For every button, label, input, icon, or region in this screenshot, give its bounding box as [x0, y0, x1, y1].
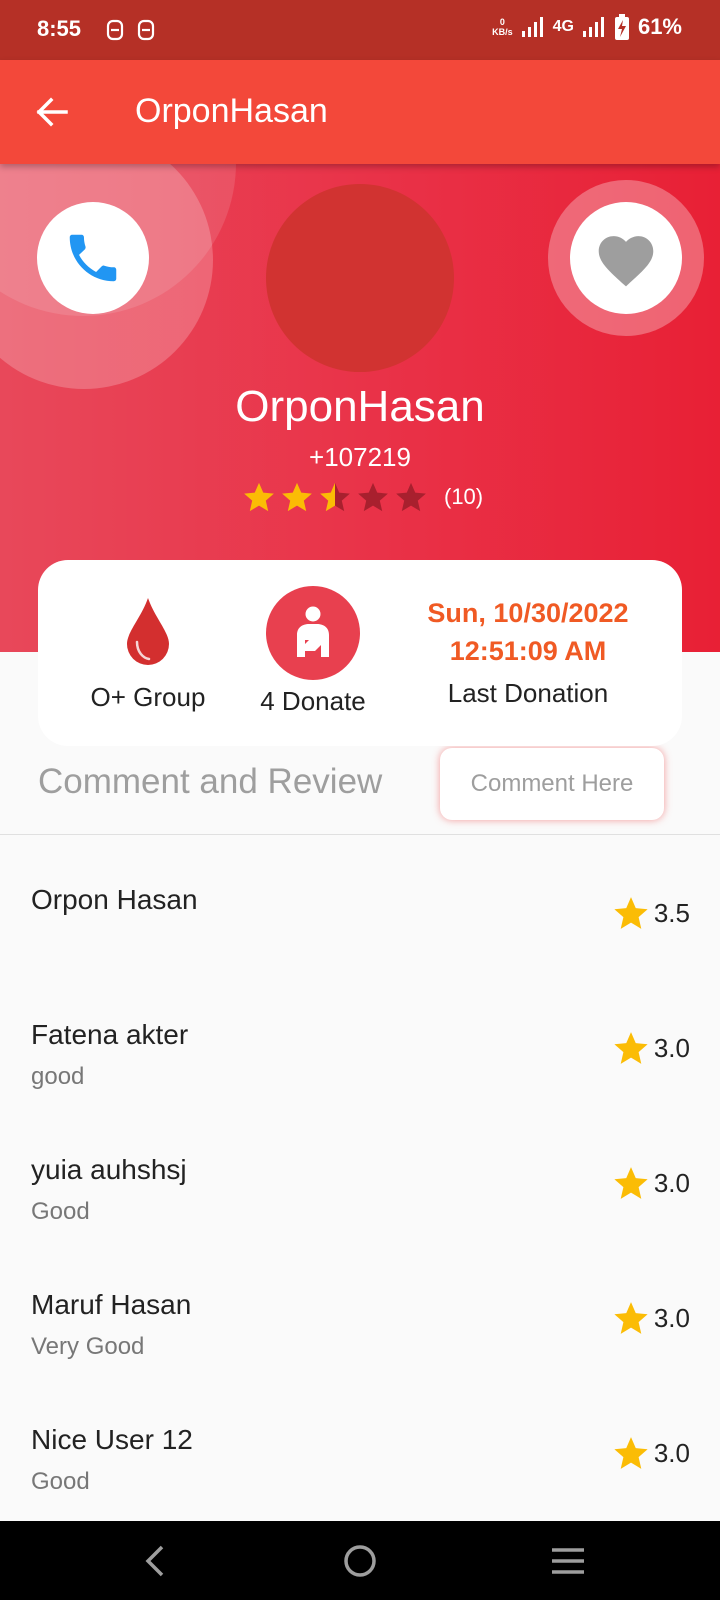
star-icon — [614, 1167, 648, 1199]
star-icon — [282, 482, 312, 512]
call-button[interactable] — [37, 202, 149, 314]
avatar — [266, 184, 454, 372]
review-item[interactable]: Orpon Hasan 3.5 — [0, 870, 720, 1005]
system-nav-bar — [0, 1521, 720, 1600]
review-rating-value: 3.0 — [653, 1437, 690, 1468]
phone-icon — [69, 234, 117, 282]
review-rating: 3.0 — [612, 1029, 690, 1067]
donor-person-icon — [297, 606, 329, 657]
back-button[interactable] — [30, 90, 74, 134]
donor-icon-circle — [266, 586, 360, 680]
review-item[interactable]: yuia auhshsj Good 3.0 — [0, 1140, 720, 1275]
review-comment: Good — [31, 1198, 90, 1225]
rating-bar: (10) — [242, 480, 483, 514]
star-empty-icon — [396, 482, 426, 512]
review-rating: 3.5 — [612, 894, 690, 932]
profile-name: OrponHasan — [235, 382, 485, 431]
nav-back-icon — [145, 1545, 164, 1577]
reviewer-name: Fatena akter — [31, 1019, 189, 1050]
status-icons: 0 KB/s 4G 61% — [492, 14, 682, 40]
notification-icon — [137, 19, 155, 41]
review-rating-value: 3.0 — [653, 1167, 690, 1198]
reviewer-name: Nice User 12 — [31, 1424, 193, 1455]
review-comment: good — [31, 1063, 85, 1090]
nav-menu-icon — [552, 1548, 584, 1574]
battery-charging-icon — [614, 14, 629, 40]
signal-icon — [582, 17, 604, 37]
star-icon — [614, 1302, 648, 1334]
comment-here-button[interactable]: Comment Here — [440, 748, 664, 820]
review-rating-value: 3.0 — [653, 1032, 690, 1063]
last-donation-label: Last Donation — [447, 678, 609, 708]
heart-icon — [598, 236, 654, 287]
nav-menu-button[interactable] — [548, 1541, 588, 1581]
reviewer-name: Orpon Hasan — [31, 884, 198, 915]
review-item[interactable]: Maruf Hasan Very Good 3.0 — [0, 1275, 720, 1410]
review-rating-value: 3.5 — [653, 897, 690, 928]
reviewer-name: yuia auhshsj — [31, 1154, 187, 1185]
favorite-button[interactable] — [570, 202, 682, 314]
review-rating: 3.0 — [612, 1164, 690, 1202]
app-bar: OrponHasan — [0, 60, 720, 164]
star-icon — [244, 482, 274, 512]
nav-home-button[interactable] — [340, 1541, 380, 1581]
last-donation-block: Sun, 10/30/2022 12:51:09 AM Last Donatio… — [408, 594, 648, 709]
battery-level: 61% — [637, 14, 682, 39]
status-bar: 8:55 0 KB/s 4G 61% — [0, 0, 720, 60]
divider — [0, 834, 720, 835]
nav-back-button[interactable] — [134, 1541, 174, 1581]
star-empty-icon — [358, 482, 388, 512]
notification-icon — [106, 19, 124, 41]
section-title: Comment and Review — [38, 762, 383, 801]
rating-count: (10) — [444, 484, 484, 509]
star-half-icon — [320, 482, 350, 512]
donate-count-block: 4 Donate — [243, 586, 383, 717]
arrow-back-icon — [36, 97, 68, 127]
star-icon — [614, 897, 648, 929]
review-comment: Very Good — [31, 1333, 145, 1360]
blood-drop-icon — [127, 598, 169, 665]
star-icon — [614, 1032, 648, 1064]
net-speed: 0 KB/s — [492, 17, 513, 37]
review-rating: 3.0 — [612, 1299, 690, 1337]
blood-group-block: O+ Group — [78, 596, 218, 713]
last-donation-date: Sun, 10/30/2022 — [427, 598, 629, 628]
network-type: 4G — [552, 18, 574, 35]
review-rating: 3.0 — [612, 1434, 690, 1472]
review-item[interactable]: Fatena akter good 3.0 — [0, 1005, 720, 1140]
page-title: OrponHasan — [135, 92, 328, 130]
nav-home-icon — [344, 1545, 376, 1577]
status-time: 8:55 — [37, 16, 82, 41]
star-icon — [614, 1437, 648, 1469]
reviewer-name: Maruf Hasan — [31, 1289, 192, 1320]
last-donation-time: 12:51:09 AM — [449, 636, 607, 666]
donate-count-label: 4 Donate — [260, 686, 366, 716]
blood-group-label: O+ Group — [90, 682, 206, 712]
review-comment: Good — [31, 1468, 90, 1495]
profile-phone: +107219 — [309, 442, 411, 472]
review-rating-value: 3.0 — [653, 1302, 690, 1333]
signal-icon — [521, 17, 543, 37]
donor-info-card: O+ Group 4 Donate Sun, 10/30/2022 12:51:… — [38, 560, 682, 746]
